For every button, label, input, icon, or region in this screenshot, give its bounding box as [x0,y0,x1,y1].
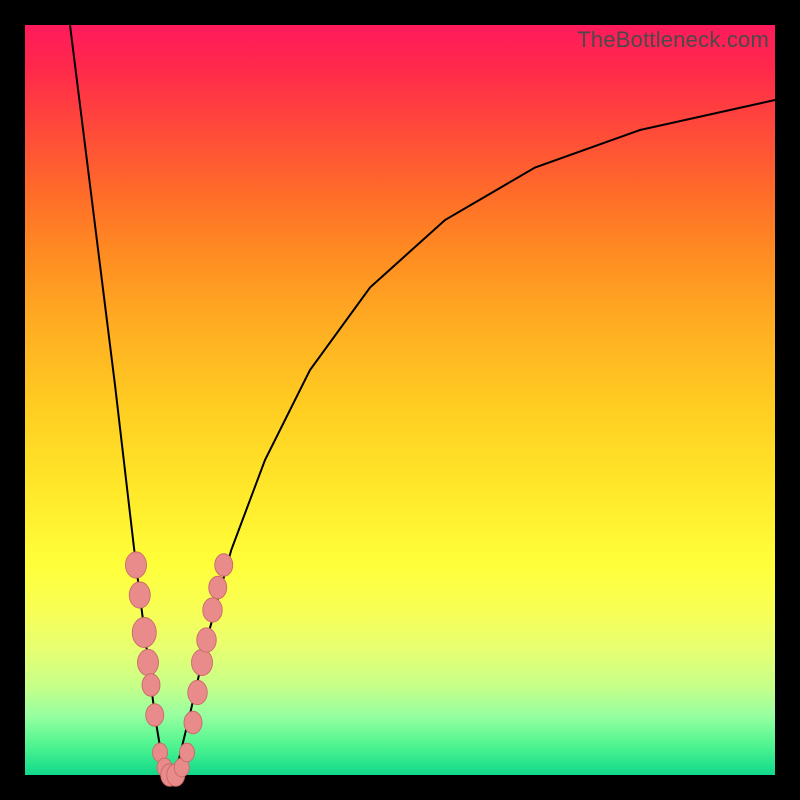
data-marker [209,576,227,599]
data-marker [188,680,208,704]
plot-area: TheBottleneck.com [25,25,775,775]
data-marker [203,598,223,622]
watermark-text: TheBottleneck.com [577,27,769,53]
data-marker [184,711,202,734]
data-markers [126,552,233,786]
data-marker [192,649,213,675]
data-marker [132,618,156,648]
data-marker [142,674,160,697]
data-marker [138,649,159,675]
chart-svg [25,25,775,775]
chart-frame: TheBottleneck.com [0,0,800,800]
bottleneck-curve-right [170,100,775,775]
data-marker [180,743,195,762]
data-marker [197,628,217,652]
data-marker [129,582,150,608]
data-marker [146,704,164,727]
data-marker [126,552,147,578]
data-marker [215,554,233,577]
